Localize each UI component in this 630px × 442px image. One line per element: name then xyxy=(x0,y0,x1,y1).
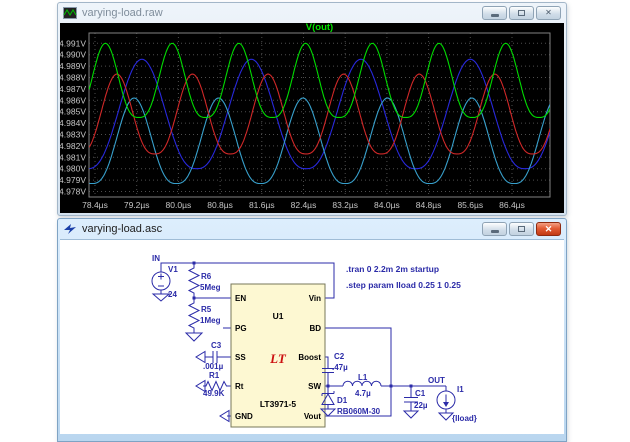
y-axis-label: 4.988V xyxy=(60,73,86,83)
spice-directive-tran[interactable]: .tran 0 2.2m 2m startup xyxy=(346,264,439,274)
chip-refdes: U1 xyxy=(273,311,284,321)
traces xyxy=(89,43,550,183)
net-label-out[interactable]: OUT xyxy=(428,376,445,385)
l1-value-label[interactable]: 4.7µ xyxy=(355,389,371,398)
ground-symbol xyxy=(439,413,453,420)
x-axis-label: 79.2µs xyxy=(124,200,150,210)
close-button[interactable]: ✕ xyxy=(536,222,561,236)
pin-label-bd: BD xyxy=(309,324,321,333)
pin-label-ss: SS xyxy=(235,353,246,362)
schematic-drawing[interactable]: IN V1 24 R6 5Meg R5 1Meg C3 .001 xyxy=(60,240,564,434)
plot-grid xyxy=(89,33,550,197)
pin-label-vin: Vin xyxy=(309,294,321,303)
y-axis-label: 4.978V xyxy=(60,187,86,197)
pin-label-gnd: GND xyxy=(235,412,253,421)
x-axis-label: 83.2µs xyxy=(332,200,358,210)
schematic-titlebar[interactable]: varying-load.asc ✕ xyxy=(58,219,566,239)
waveform-plot-area[interactable]: 4.991V 4.990V4.989V 4.988V4.987V4.986V 4.98… xyxy=(60,23,564,213)
y-axis-label: 4.982V xyxy=(60,141,86,151)
pin-label-rt: Rt xyxy=(235,382,244,391)
x-axis-label: 84.0µs xyxy=(374,200,400,210)
trace-title[interactable]: V(out) xyxy=(306,23,333,33)
i1-ref-label[interactable]: I1 xyxy=(457,385,464,394)
schematic-window-title: varying-load.asc xyxy=(82,223,477,235)
x-axis-label: 84.8µs xyxy=(416,200,442,210)
pin-label-pg: PG xyxy=(235,324,247,333)
r5-ref-label[interactable]: R5 xyxy=(201,305,212,314)
spice-directive-step[interactable]: .step param Iload 0.25 1 0.25 xyxy=(346,280,461,290)
x-axis-label: 82.4µs xyxy=(291,200,317,210)
x-axis-label: 86.4µs xyxy=(499,200,525,210)
maximize-button[interactable] xyxy=(509,6,534,20)
pin-label-boost: Boost xyxy=(298,353,321,362)
y-axis-label: 4.979V xyxy=(60,175,86,185)
left-port-flag xyxy=(196,352,205,363)
plot-border xyxy=(89,33,550,197)
ground-symbol xyxy=(404,411,418,418)
waveform-window-title: varying-load.raw xyxy=(82,7,477,19)
minimize-button[interactable] xyxy=(482,6,507,20)
y-axis-label: 4.986V xyxy=(60,95,86,105)
waveform-file-icon xyxy=(63,7,77,19)
r6-ref-label[interactable]: R6 xyxy=(201,272,212,281)
pin-label-en: EN xyxy=(235,294,246,303)
c1-ref-label[interactable]: C1 xyxy=(415,389,426,398)
x-axis-label: 81.6µs xyxy=(249,200,275,210)
y-axis-label: 4.984V xyxy=(60,118,86,128)
y-axis-label: 4.981V xyxy=(60,152,86,162)
schematic-canvas[interactable]: IN V1 24 R6 5Meg R5 1Meg C3 .001 xyxy=(60,239,564,434)
resistor-R6[interactable] xyxy=(189,263,199,298)
x-axis-label: 78.4µs xyxy=(82,200,108,210)
minimize-button[interactable] xyxy=(482,222,507,236)
waveform-titlebar[interactable]: varying-load.raw ✕ xyxy=(58,3,566,23)
ground-symbol xyxy=(153,294,169,301)
chip-part-number: LT3971-5 xyxy=(260,399,296,409)
d1-ref-label[interactable]: D1 xyxy=(337,396,348,405)
ground-symbol xyxy=(186,333,202,341)
ltspice-schematic-icon xyxy=(63,223,77,235)
close-button[interactable]: ✕ xyxy=(536,6,561,20)
x-axis-label: 85.6µs xyxy=(457,200,483,210)
maximize-button[interactable] xyxy=(509,222,534,236)
y-axis-label: 4.985V xyxy=(60,107,86,117)
r1-value-label[interactable]: 49.9K xyxy=(203,389,225,398)
v1-ref-label[interactable]: V1 xyxy=(168,265,178,274)
r5-value-label[interactable]: 1Meg xyxy=(200,316,221,325)
y-axis-label: 4.987V xyxy=(60,84,86,94)
c3-ref-label[interactable]: C3 xyxy=(211,341,222,350)
pin-label-sw: SW xyxy=(308,382,321,391)
c2-value-label[interactable]: .47µ xyxy=(332,363,348,372)
c1-value-label[interactable]: 22µ xyxy=(414,401,428,410)
c3-value-label[interactable]: .001µ xyxy=(203,362,224,371)
i1-value-label[interactable]: {Iload} xyxy=(452,414,477,423)
r1-ref-label[interactable]: R1 xyxy=(209,371,220,380)
v1-value-label[interactable]: 24 xyxy=(168,290,177,299)
waveform-plot[interactable]: 4.991V 4.990V4.989V 4.988V4.987V4.986V 4.98… xyxy=(60,23,564,213)
c2-ref-label[interactable]: C2 xyxy=(334,352,345,361)
x-axis-label: 80.0µs xyxy=(166,200,192,210)
linear-technology-logo: LT xyxy=(269,351,287,366)
y-axis-label: 4.980V xyxy=(60,164,86,174)
y-axis-label: 4.991V xyxy=(60,38,86,48)
pin-label-vout: Vout xyxy=(304,412,322,421)
y-axis-label: 4.989V xyxy=(60,61,86,71)
y-axis-label: 4.990V xyxy=(60,50,86,60)
waveform-window: varying-load.raw ✕ 4.991V4.990V4.989V4.9… xyxy=(57,2,567,216)
net-label-in[interactable]: IN xyxy=(152,254,160,263)
x-axis-label: 80.8µs xyxy=(207,200,233,210)
d1-value-label[interactable]: RB060M-30 xyxy=(337,407,381,416)
y-axis-label: 4.983V xyxy=(60,130,86,140)
trace-v-out-step-2-iload-0-5 xyxy=(89,59,550,168)
r6-value-label[interactable]: 5Meg xyxy=(200,283,221,292)
l1-ref-label[interactable]: L1 xyxy=(358,373,368,382)
schematic-window: varying-load.asc ✕ xyxy=(57,218,567,442)
